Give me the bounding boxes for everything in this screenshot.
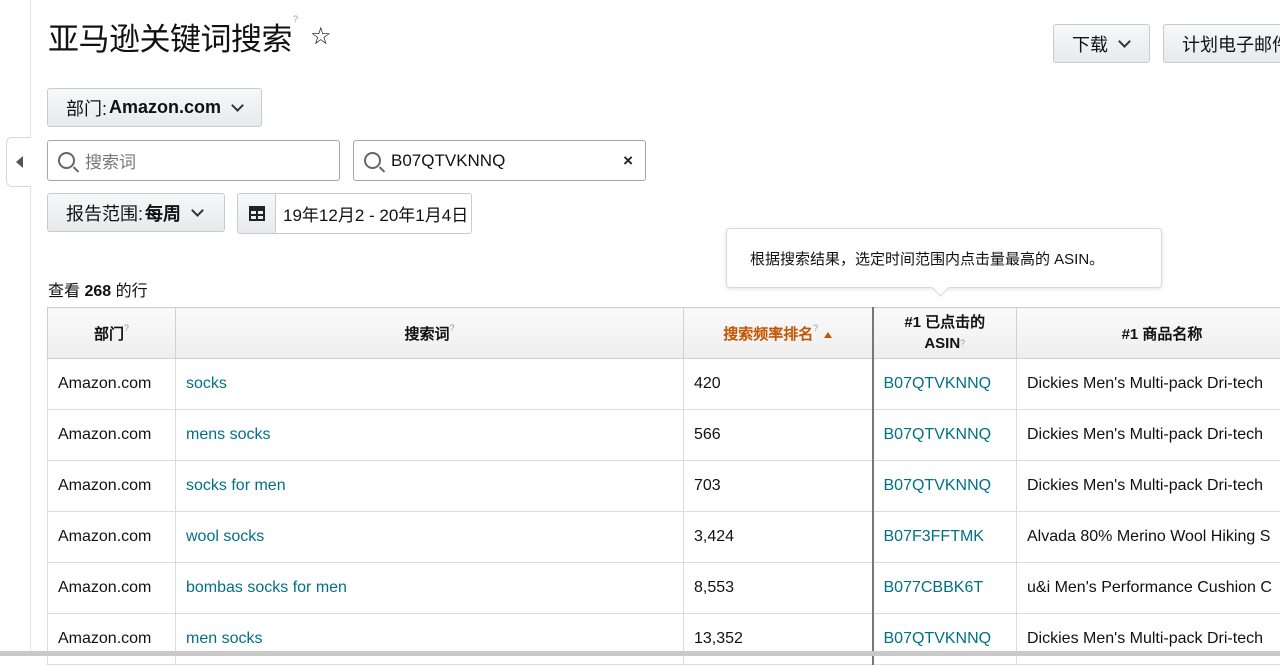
search-icon <box>58 152 75 169</box>
table-row: Amazon.com mens socks 566 B07QTVKNNQ Dic… <box>48 410 1280 461</box>
cell-product-name: Dickies Men's Multi-pack Dri-tech <box>1017 359 1280 410</box>
help-icon[interactable]: ? <box>813 323 818 333</box>
cell-product-name: Dickies Men's Multi-pack Dri-tech <box>1017 410 1280 461</box>
results-table: 部门? 搜索词? 搜索频率排名? #1 已点击的 ASIN? #1 商品名称 <box>47 307 1280 665</box>
download-label: 下载 <box>1072 31 1108 57</box>
cell-search-term-link[interactable]: socks <box>176 359 684 410</box>
date-range-picker[interactable]: 19年12月2 - 20年1月4日 <box>237 193 472 234</box>
horizontal-scrollbar[interactable] <box>0 651 1280 656</box>
asin-search-value: B07QTVKNNQ <box>391 151 623 171</box>
report-range-value: 每周 <box>145 200 181 226</box>
row-count: 查看 268 的行 <box>48 277 148 301</box>
row-count-suffix: 的行 <box>116 283 148 300</box>
date-range-input[interactable]: 19年12月2 - 20年1月4日 <box>276 194 471 233</box>
help-icon[interactable]: ? <box>960 338 965 348</box>
cell-search-term-link[interactable]: men socks <box>176 614 684 665</box>
table-row: Amazon.com men socks 13,352 B07QTVKNNQ D… <box>48 614 1280 665</box>
asin-search-input[interactable]: B07QTVKNNQ × <box>353 140 646 181</box>
search-term-input[interactable]: 搜索词 <box>47 140 340 181</box>
cell-rank: 566 <box>684 410 873 461</box>
table-row: Amazon.com wool socks 3,424 B07F3FFTMK A… <box>48 512 1280 563</box>
favorite-star-icon[interactable]: ☆ <box>310 22 332 51</box>
cell-search-term-link[interactable]: bombas socks for men <box>176 563 684 614</box>
chevron-down-icon <box>1118 35 1131 48</box>
schedule-email-label: 计划电子邮件 <box>1182 31 1280 57</box>
header-search-term[interactable]: 搜索词? <box>176 308 684 359</box>
table-row: Amazon.com socks 420 B07QTVKNNQ Dickies … <box>48 359 1280 410</box>
header-asin-label-line1: #1 已点击的 <box>904 314 985 331</box>
cell-department: Amazon.com <box>48 512 176 563</box>
header-search-term-label: 搜索词 <box>404 326 449 343</box>
calendar-icon <box>249 206 265 221</box>
cell-rank: 8,553 <box>684 563 873 614</box>
cell-asin-link[interactable]: B07QTVKNNQ <box>873 461 1017 512</box>
tooltip-text: 根据搜索结果，选定时间范围内点击量最高的 ASIN。 <box>750 248 1104 269</box>
report-range-dropdown[interactable]: 报告范围: 每周 <box>47 193 225 232</box>
cell-department: Amazon.com <box>48 461 176 512</box>
cell-asin-link[interactable]: B07QTVKNNQ <box>873 359 1017 410</box>
sort-ascending-icon <box>824 332 832 338</box>
header-department-label: 部门 <box>94 326 124 343</box>
cell-search-term-link[interactable]: mens socks <box>176 410 684 461</box>
clear-icon[interactable]: × <box>623 151 633 171</box>
cell-department: Amazon.com <box>48 410 176 461</box>
search-icon <box>364 152 381 169</box>
header-product-label: #1 商品名称 <box>1122 326 1203 343</box>
table-row: Amazon.com bombas socks for men 8,553 B0… <box>48 563 1280 614</box>
cell-asin-link[interactable]: B07F3FFTMK <box>873 512 1017 563</box>
page-title: 亚马逊关键词搜索? <box>48 14 298 59</box>
row-count-prefix: 查看 <box>48 283 80 300</box>
page-title-text: 亚马逊关键词搜索 <box>48 22 292 57</box>
cell-rank: 420 <box>684 359 873 410</box>
cell-product-name: u&i Men's Performance Cushion C <box>1017 563 1280 614</box>
download-button[interactable]: 下载 <box>1053 24 1150 63</box>
header-department[interactable]: 部门? <box>48 308 176 359</box>
cell-department: Amazon.com <box>48 359 176 410</box>
header-search-frequency-rank[interactable]: 搜索频率排名? <box>684 308 873 359</box>
header-asin-label-line2: ASIN <box>924 335 960 352</box>
cell-rank: 13,352 <box>684 614 873 665</box>
department-dropdown[interactable]: 部门: Amazon.com <box>47 88 262 127</box>
cell-department: Amazon.com <box>48 614 176 665</box>
cell-department: Amazon.com <box>48 563 176 614</box>
report-range-prefix: 报告范围: <box>66 200 143 226</box>
collapse-sidebar-button[interactable] <box>6 137 31 187</box>
header-top-product-name[interactable]: #1 商品名称 <box>1017 308 1280 359</box>
department-prefix: 部门: <box>66 95 107 121</box>
cell-asin-link[interactable]: B07QTVKNNQ <box>873 410 1017 461</box>
help-icon[interactable]: ? <box>450 323 455 333</box>
cell-product-name: Dickies Men's Multi-pack Dri-tech <box>1017 461 1280 512</box>
results-table-container: 部门? 搜索词? 搜索频率排名? #1 已点击的 ASIN? #1 商品名称 <box>47 307 1280 665</box>
caret-left-icon <box>16 156 23 168</box>
cell-search-term-link[interactable]: socks for men <box>176 461 684 512</box>
department-value: Amazon.com <box>109 97 221 118</box>
header-rank-label: 搜索频率排名 <box>723 326 813 343</box>
chevron-down-icon <box>191 204 204 217</box>
left-rail <box>0 0 31 656</box>
search-term-placeholder: 搜索词 <box>85 148 136 173</box>
cell-search-term-link[interactable]: wool socks <box>176 512 684 563</box>
schedule-email-button[interactable]: 计划电子邮件 <box>1163 24 1280 63</box>
header-top-clicked-asin[interactable]: #1 已点击的 ASIN? <box>873 308 1017 359</box>
help-icon[interactable]: ? <box>124 323 129 333</box>
cell-asin-link[interactable]: B077CBBK6T <box>873 563 1017 614</box>
cell-product-name: Alvada 80% Merino Wool Hiking S <box>1017 512 1280 563</box>
calendar-button[interactable] <box>238 194 276 233</box>
table-row: Amazon.com socks for men 703 B07QTVKNNQ … <box>48 461 1280 512</box>
row-count-number: 268 <box>84 283 111 300</box>
cell-rank: 3,424 <box>684 512 873 563</box>
cell-rank: 703 <box>684 461 873 512</box>
title-help-icon[interactable]: ? <box>293 14 298 24</box>
cell-asin-link[interactable]: B07QTVKNNQ <box>873 614 1017 665</box>
table-header-row: 部门? 搜索词? 搜索频率排名? #1 已点击的 ASIN? #1 商品名称 <box>48 308 1280 359</box>
asin-tooltip: 根据搜索结果，选定时间范围内点击量最高的 ASIN。 <box>726 228 1162 288</box>
chevron-down-icon <box>231 99 244 112</box>
cell-product-name: Dickies Men's Multi-pack Dri-tech <box>1017 614 1280 665</box>
